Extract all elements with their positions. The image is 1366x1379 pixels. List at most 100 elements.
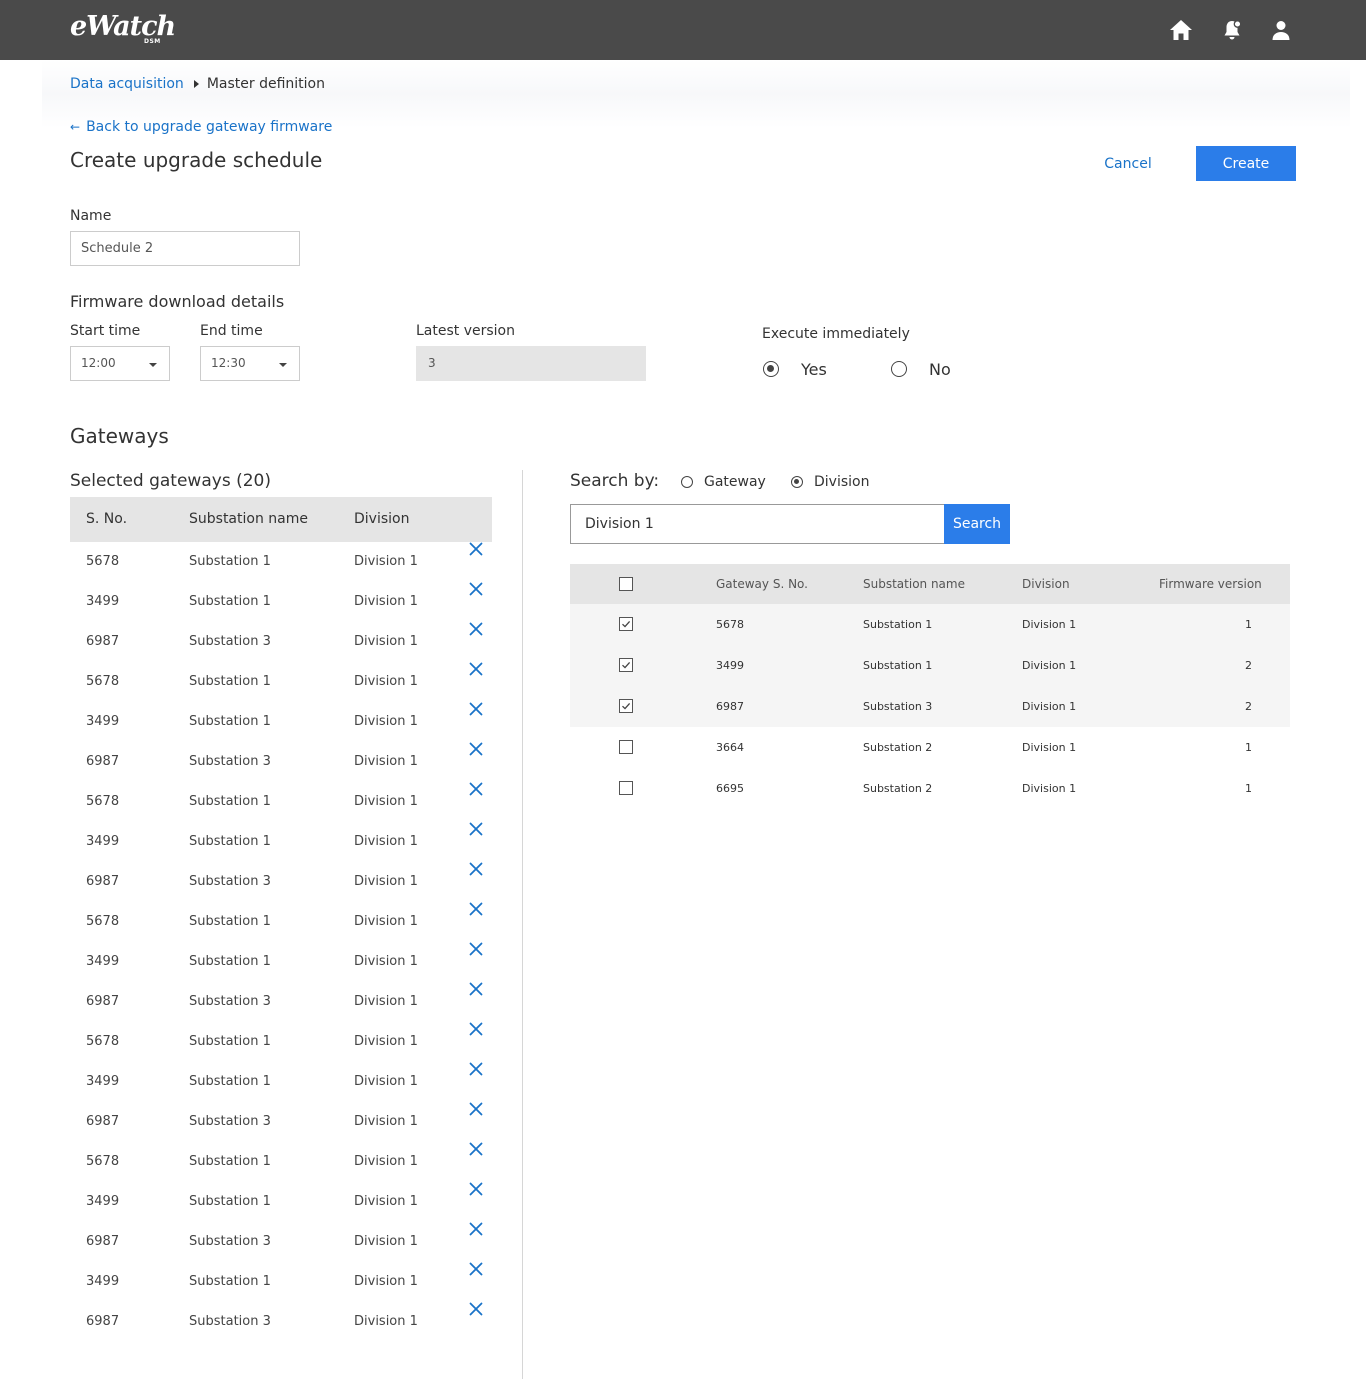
cell-substation: Substation 1: [189, 554, 271, 569]
table-header: Gateway S. No. Substation name Division …: [570, 564, 1290, 604]
top-bar: eWatch DSM: [0, 0, 1366, 60]
select-all-checkbox[interactable]: [619, 577, 633, 591]
cell-division: Division 1: [354, 594, 418, 609]
selected-gateways-title: Selected gateways (20): [70, 471, 271, 491]
cell-substation: Substation 1: [189, 594, 271, 609]
page-title: Create upgrade schedule: [70, 148, 323, 172]
breadcrumb-link-data-acquisition[interactable]: Data acquisition: [70, 75, 184, 93]
table-row: 3499 Substation 1 Division 1: [70, 1262, 492, 1302]
search-division-radio[interactable]: Division: [791, 473, 869, 491]
table-row: 6987 Substation 3 Division 1: [70, 1222, 492, 1262]
panel-divider: [522, 470, 523, 1379]
cell-firmware-version: 1: [1245, 782, 1252, 795]
table-row: 3499 Substation 1 Division 1: [70, 1182, 492, 1222]
end-time-value: 12:30: [211, 356, 246, 370]
row-checkbox[interactable]: [619, 617, 633, 631]
name-input[interactable]: [70, 231, 300, 266]
cell-division: Division 1: [354, 554, 418, 569]
user-icon[interactable]: [1267, 16, 1295, 44]
row-checkbox[interactable]: [619, 658, 633, 672]
latest-version-label: Latest version: [416, 323, 515, 339]
remove-gateway-icon[interactable]: [469, 822, 483, 836]
table-row: 5678 Substation 1 Division 1: [70, 902, 492, 942]
row-checkbox[interactable]: [619, 699, 633, 713]
cell-division: Division 1: [354, 1234, 418, 1249]
caret-down-icon: [149, 363, 157, 367]
cell-division: Division 1: [354, 994, 418, 1009]
cell-substation: Substation 3: [189, 754, 271, 769]
remove-gateway-icon[interactable]: [469, 982, 483, 996]
cell-sno: 3499: [86, 1274, 120, 1289]
cell-sno: 6987: [86, 874, 120, 889]
table-row[interactable]: 6695 Substation 2 Division 1 1: [570, 768, 1290, 809]
cell-substation: Substation 3: [189, 1234, 271, 1249]
app-logo-sub: DSM: [144, 38, 161, 45]
end-time-select[interactable]: 12:30: [200, 346, 300, 381]
cell-substation: Substation 1: [189, 1154, 271, 1169]
execute-yes-radio[interactable]: Yes: [763, 358, 827, 380]
remove-gateway-icon[interactable]: [469, 1062, 483, 1076]
cell-substation: Substation 3: [189, 874, 271, 889]
remove-gateway-icon[interactable]: [469, 622, 483, 636]
search-input[interactable]: [570, 504, 944, 544]
cell-sno: 3499: [86, 594, 120, 609]
selected-gateways-table: S. No. Substation name Division 5678 Subs…: [70, 497, 492, 1342]
column-header-substation: Substation name: [189, 511, 308, 527]
cancel-button[interactable]: Cancel: [1090, 146, 1166, 181]
execute-no-radio[interactable]: No: [891, 358, 951, 380]
cell-division: Division 1: [354, 1154, 418, 1169]
cell-substation: Substation 1: [863, 659, 933, 672]
name-label: Name: [70, 208, 112, 224]
row-checkbox[interactable]: [619, 740, 633, 754]
table-row: 3499 Substation 1 Division 1: [70, 822, 492, 862]
row-checkbox[interactable]: [619, 781, 633, 795]
remove-gateway-icon[interactable]: [469, 942, 483, 956]
remove-gateway-icon[interactable]: [469, 782, 483, 796]
remove-gateway-icon[interactable]: [469, 1262, 483, 1276]
search-gateway-radio[interactable]: Gateway: [681, 473, 766, 491]
gateways-title: Gateways: [70, 424, 169, 448]
table-row[interactable]: 3664 Substation 2 Division 1 1: [570, 727, 1290, 768]
start-time-select[interactable]: 12:00: [70, 346, 170, 381]
remove-gateway-icon[interactable]: [469, 1302, 483, 1316]
cell-firmware-version: 1: [1245, 618, 1252, 631]
cell-gateway-sno: 3664: [716, 741, 744, 754]
remove-gateway-icon[interactable]: [469, 1102, 483, 1116]
bell-icon[interactable]: [1218, 16, 1246, 44]
table-row[interactable]: 6987 Substation 3 Division 1 2: [570, 686, 1290, 727]
breadcrumb-current: Master definition: [206, 76, 325, 92]
create-button[interactable]: Create: [1196, 146, 1296, 181]
remove-gateway-icon[interactable]: [469, 742, 483, 756]
remove-gateway-icon[interactable]: [469, 902, 483, 916]
cell-substation: Substation 1: [189, 794, 271, 809]
back-link[interactable]: ← Back to upgrade gateway firmware: [70, 118, 332, 136]
remove-gateway-icon[interactable]: [469, 1142, 483, 1156]
caret-down-icon: [279, 363, 287, 367]
home-icon[interactable]: [1167, 16, 1195, 44]
remove-gateway-icon[interactable]: [469, 702, 483, 716]
table-row: 6987 Substation 3 Division 1: [70, 742, 492, 782]
column-header-division: Division: [354, 511, 410, 527]
table-row: 6987 Substation 3 Division 1: [70, 982, 492, 1022]
cell-division: Division 1: [1022, 659, 1077, 672]
cell-division: Division 1: [1022, 700, 1077, 713]
cell-sno: 3499: [86, 1194, 120, 1209]
remove-gateway-icon[interactable]: [469, 542, 483, 556]
remove-gateway-icon[interactable]: [469, 1022, 483, 1036]
cell-sno: 5678: [86, 1154, 120, 1169]
cell-sno: 6987: [86, 1114, 120, 1129]
column-header-gateway-sno: Gateway S. No.: [716, 577, 808, 591]
table-row[interactable]: 5678 Substation 1 Division 1 1: [570, 604, 1290, 645]
cell-sno: 3499: [86, 834, 120, 849]
remove-gateway-icon[interactable]: [469, 662, 483, 676]
remove-gateway-icon[interactable]: [469, 1182, 483, 1196]
remove-gateway-icon[interactable]: [469, 582, 483, 596]
search-gateway-label: Gateway: [704, 474, 766, 490]
remove-gateway-icon[interactable]: [469, 862, 483, 876]
search-button[interactable]: Search: [944, 504, 1010, 544]
execute-no-label: No: [929, 359, 951, 379]
table-row[interactable]: 3499 Substation 1 Division 1 2: [570, 645, 1290, 686]
cell-substation: Substation 3: [189, 1314, 271, 1329]
cell-gateway-sno: 5678: [716, 618, 744, 631]
remove-gateway-icon[interactable]: [469, 1222, 483, 1236]
